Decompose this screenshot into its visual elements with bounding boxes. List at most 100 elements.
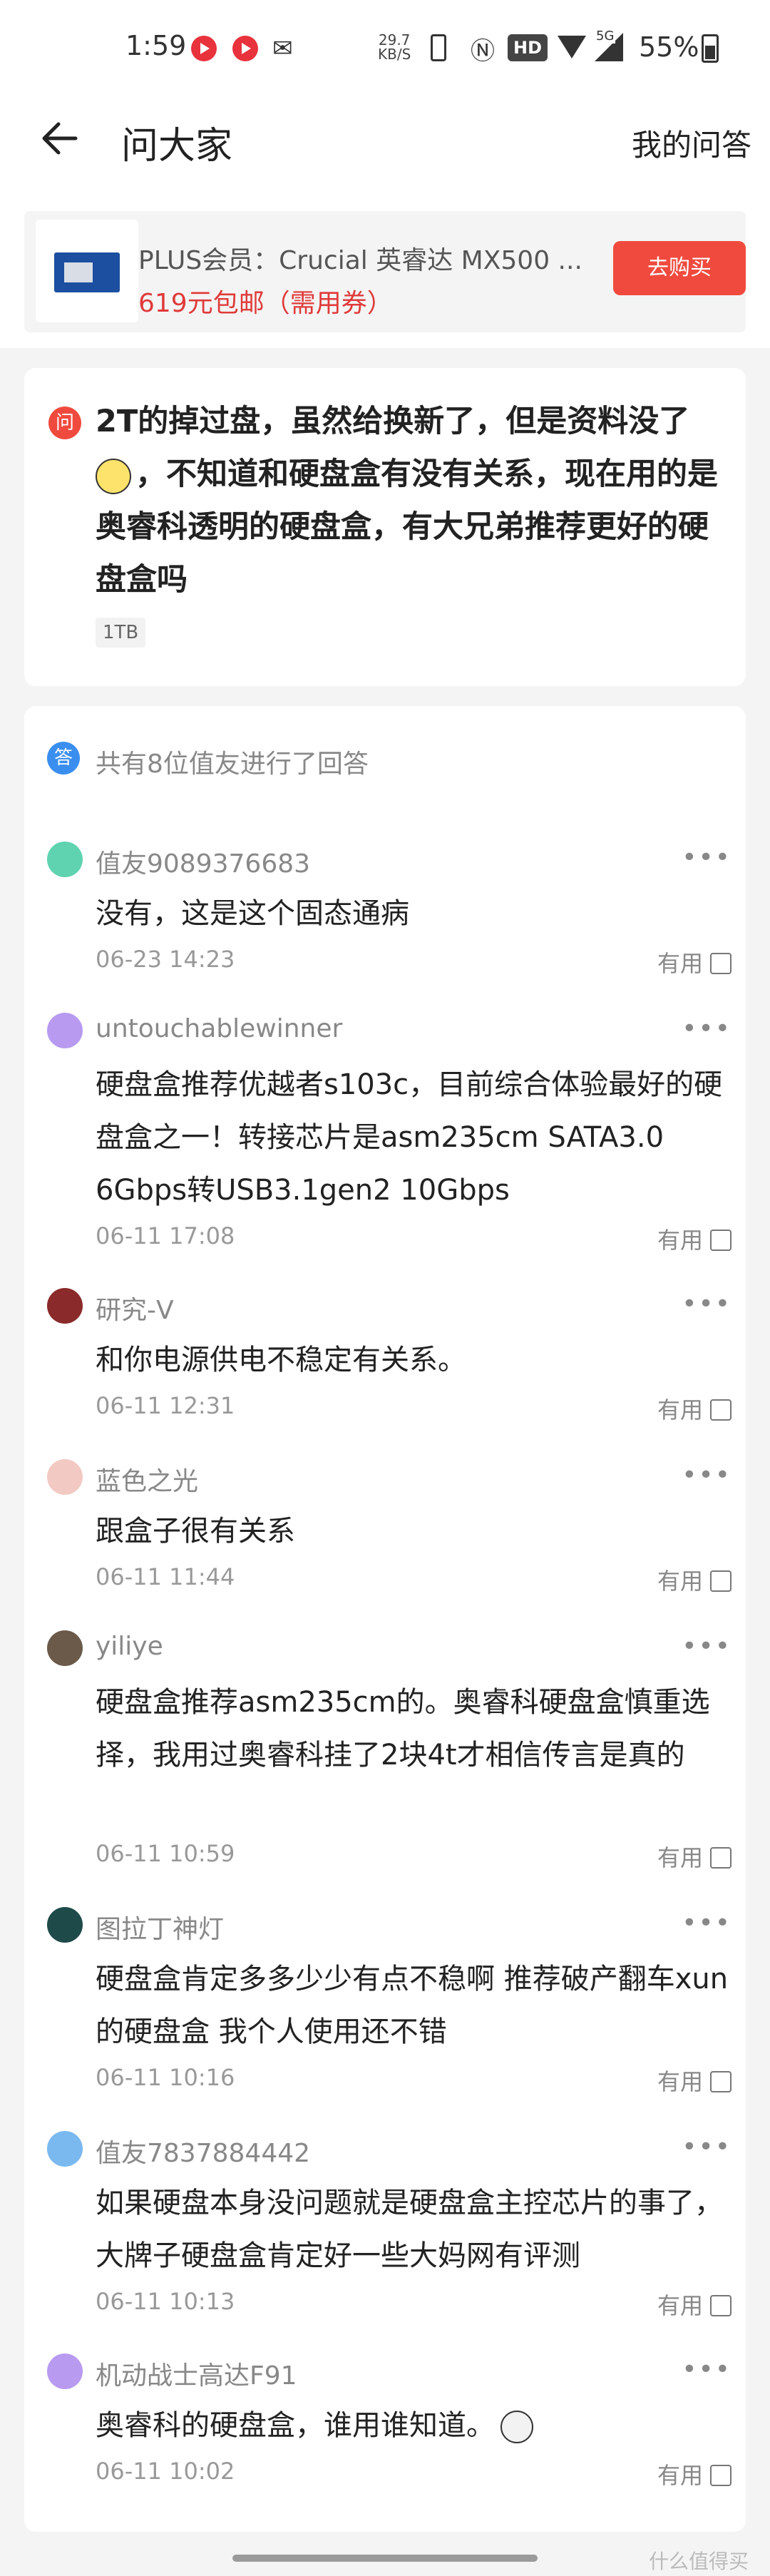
answer-text: 没有，这是这个固态通病 [96, 897, 409, 930]
avatar[interactable] [47, 1288, 83, 1324]
more-options-icon[interactable]: ••• [682, 2355, 732, 2384]
answer-text: 如果硬盘本身没问题就是硬盘盒主控芯片的事了，大牌子硬盘盒肯定好一些大妈网有评测 [96, 2187, 723, 2272]
home-indicator[interactable] [232, 2555, 538, 2562]
answer-text-content: 奥睿科的硬盘盒，谁用谁知道。 [96, 2409, 495, 2442]
answer-item: 蓝色之光 ••• 跟盒子很有关系 06-11 11:44 有用 [24, 1459, 746, 1602]
video-app-icon [191, 36, 217, 61]
answer-item: yiliye ••• 硬盘盒推荐asm235cm的。奥睿科硬盘盒慎重选择，我用过… [24, 1630, 746, 1871]
wechat-icon: ✉ [272, 34, 293, 63]
useful-label: 有用 [657, 2292, 703, 2319]
answer-time: 06-23 14:23 [96, 946, 235, 973]
answer-item: 值友9089376683 ••• 没有，这是这个固态通病 06-23 14:23… [24, 842, 746, 984]
answer-time: 06-11 11:44 [96, 1563, 235, 1590]
answer-time: 06-11 10:13 [96, 2288, 235, 2315]
hd-badge: HD [508, 34, 548, 61]
tongue-face-emoji-icon [500, 2411, 533, 2443]
useful-label: 有用 [657, 950, 703, 977]
answer-text: 硬盘盒肯定多多少少有点不稳啊 推荐破产翻车xun的硬盘盒 我个人使用还不错 [96, 1963, 729, 2048]
battery-percent: 55% [639, 31, 699, 63]
status-time: 1:59 [125, 30, 187, 61]
useful-label: 有用 [657, 1844, 703, 1871]
thumbs-up-icon [710, 1847, 732, 1869]
avatar[interactable] [47, 842, 83, 877]
network-speed-value: 29.7 [378, 31, 411, 48]
useful-button[interactable]: 有用 [657, 2064, 732, 2097]
answers-summary: 共有8位值友进行了回答 [96, 750, 369, 779]
answer-time: 06-11 10:59 [96, 1840, 235, 1867]
useful-button[interactable]: 有用 [657, 1840, 732, 1873]
question-text-part-2: ，不知道和硬盘盒有没有关系，现在用的是奥睿科透明的硬盘盒，有大兄弟推荐更好的硬盘… [96, 456, 718, 598]
useful-button[interactable]: 有用 [657, 2288, 732, 2321]
avatar[interactable] [47, 2131, 83, 2167]
nfc-icon: Ⓝ [471, 37, 495, 66]
avatar[interactable] [47, 1459, 83, 1495]
answer-item: 研究-V ••• 和你电源供电不稳定有关系。 06-11 12:31 有用 [24, 1288, 746, 1431]
question-tag[interactable]: 1TB [96, 618, 146, 648]
answer-time: 06-11 17:08 [96, 1222, 235, 1249]
answer-text: 硬盘盒推荐优越者s103c，目前综合体验最好的硬盘盒之一！转接芯片是asm235… [96, 1068, 723, 1207]
answer-username[interactable]: 值友9089376683 [96, 843, 310, 880]
answer-text: 奥睿科的硬盘盒，谁用谁知道。 [96, 2399, 730, 2452]
useful-label: 有用 [657, 1227, 703, 1254]
more-options-icon[interactable]: ••• [682, 1632, 732, 1661]
answer-username[interactable]: yiliye [96, 1632, 163, 1661]
network-speed-unit: KB/S [378, 46, 411, 63]
more-options-icon[interactable]: ••• [682, 1908, 732, 1938]
answer-text: 硬盘盒推荐asm235cm的。奥睿科硬盘盒慎重选择，我用过奥睿科挂了2块4t才相… [96, 1686, 710, 1772]
arrow-left-icon [42, 122, 78, 155]
avatar[interactable] [47, 1907, 83, 1943]
question-text: 2T的掉过盘，虽然给换新了，但是资料没了 ，不知道和硬盘盒有没有关系，现在用的是奥… [96, 395, 723, 606]
thumbs-up-icon [710, 1230, 732, 1251]
answer-time: 06-11 12:31 [96, 1392, 235, 1419]
useful-button[interactable]: 有用 [657, 2458, 732, 2490]
page-title: 问大家 [121, 125, 233, 168]
thumbs-up-icon [710, 1399, 732, 1421]
answer-text: 和你电源供电不稳定有关系。 [96, 1344, 466, 1376]
useful-button[interactable]: 有用 [657, 1392, 732, 1425]
product-price: 619元包邮（需用券） [138, 289, 393, 318]
more-options-icon[interactable]: ••• [682, 1014, 732, 1043]
useful-button[interactable]: 有用 [657, 1563, 732, 1596]
answers-card: 答 共有8位值友进行了回答 值友9089376683 ••• 没有，这是这个固态… [24, 706, 746, 2532]
avatar[interactable] [47, 1630, 83, 1666]
battery-icon [702, 34, 719, 63]
network-type-label: 5G [595, 29, 616, 44]
answer-item: 值友7837884442 ••• 如果硬盘本身没问题就是硬盘盒主控芯片的事了，大… [24, 2131, 746, 2319]
thumbs-up-icon [710, 2071, 732, 2092]
my-questions-link[interactable]: 我的问答 [632, 121, 751, 165]
more-options-icon[interactable]: ••• [682, 843, 732, 872]
network-speed: 29.7 KB/S [378, 33, 411, 61]
avatar[interactable] [47, 1013, 83, 1048]
answer-username[interactable]: 蓝色之光 [96, 1461, 198, 1498]
phone-icon [431, 34, 446, 61]
useful-button[interactable]: 有用 [657, 946, 732, 978]
answer-username[interactable]: 图拉丁神灯 [96, 1908, 224, 1946]
question-badge: 问 [48, 407, 81, 439]
question-card: 问 2T的掉过盘，虽然给换新了，但是资料没了 ，不知道和硬盘盒有没有关系，现在用的… [24, 368, 746, 686]
app-header: 问大家 我的问答 [0, 100, 770, 193]
useful-label: 有用 [657, 2068, 703, 2095]
avatar[interactable] [47, 2353, 83, 2389]
back-button[interactable] [37, 116, 83, 161]
useful-label: 有用 [657, 1568, 703, 1595]
thumbs-up-icon [710, 953, 732, 974]
answer-username[interactable]: 值友7837884442 [96, 2132, 310, 2169]
useful-label: 有用 [657, 1396, 703, 1424]
answer-username[interactable]: 机动战士高达F91 [96, 2355, 297, 2392]
product-name: PLUS会员：Crucial 英睿达 MX500 ... [138, 246, 582, 275]
answer-time: 06-11 10:16 [96, 2064, 235, 2091]
more-options-icon[interactable]: ••• [682, 1461, 732, 1490]
useful-button[interactable]: 有用 [657, 1222, 732, 1255]
answers-badge: 答 [47, 742, 80, 775]
buy-button[interactable]: 去购买 [613, 241, 746, 295]
more-options-icon[interactable]: ••• [682, 1289, 732, 1319]
answer-username[interactable]: 研究-V [96, 1289, 174, 1327]
wifi-icon [558, 36, 586, 58]
video-app-icon-2 [232, 36, 258, 61]
thumbs-up-icon [710, 2465, 732, 2486]
product-card[interactable]: PLUS会员：Crucial 英睿达 MX500 ... 619元包邮（需用券）… [24, 211, 746, 332]
more-options-icon[interactable]: ••• [682, 2132, 732, 2162]
answer-username[interactable]: untouchablewinner [96, 1014, 342, 1043]
answer-item: 图拉丁神灯 ••• 硬盘盒肯定多多少少有点不稳啊 推荐破产翻车xun的硬盘盒 我… [24, 1907, 746, 2095]
status-bar: 1:59 ✉ 29.7 KB/S Ⓝ HD 5G 55% [0, 0, 770, 100]
